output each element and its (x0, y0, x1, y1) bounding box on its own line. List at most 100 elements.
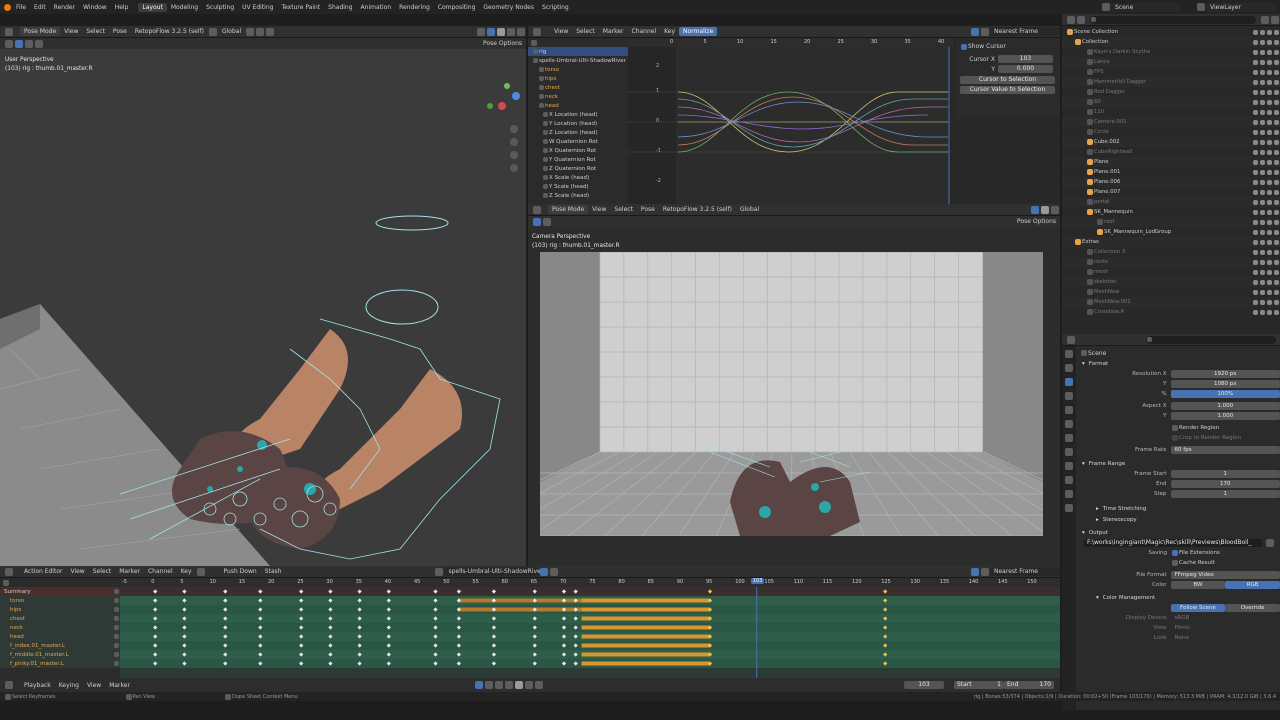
select-extend-icon[interactable] (25, 39, 33, 48)
outliner-eye-icon[interactable] (1267, 219, 1272, 225)
jump-next-key-icon[interactable] (524, 681, 533, 689)
outliner-select-icon[interactable] (1260, 169, 1265, 175)
resolution-pct-field[interactable]: 100% (1170, 390, 1280, 398)
follow-scene-button[interactable]: Follow Scene (1170, 604, 1226, 612)
graph-channel-row[interactable]: head (528, 101, 628, 110)
outliner-camera-icon[interactable] (1274, 129, 1279, 135)
dope-channel-row[interactable]: chest (0, 614, 120, 623)
outliner-eye-icon[interactable] (1267, 69, 1272, 75)
visibility-eye-icon[interactable] (533, 58, 538, 63)
dope-channel-row[interactable]: f_middle.01_master.L (0, 650, 120, 659)
graph-menu-channel[interactable]: Channel (628, 27, 661, 36)
outliner-item[interactable]: FPS (1062, 67, 1280, 77)
graph-channel-row[interactable]: neck (528, 92, 628, 101)
push-down-button[interactable]: Push Down (220, 567, 261, 576)
outliner-checkbox[interactable] (1253, 289, 1258, 295)
channel-lock-icon[interactable] (114, 661, 119, 666)
outliner-item[interactable]: Red Dagger (1062, 87, 1280, 97)
channel-lock-icon[interactable] (114, 616, 119, 621)
channel-lock-icon[interactable] (114, 634, 119, 639)
viewport-scene[interactable] (0, 49, 526, 566)
channel-lock-icon[interactable] (114, 652, 119, 657)
file-format-dropdown[interactable]: FFmpeg Video (1170, 571, 1280, 579)
dope-menu-key[interactable]: Key (177, 567, 196, 576)
dope-ruler[interactable]: -5 0 5 10 15 20 25 30 35 40 45 50 55 60 65 70 75 80 85 90 95… (120, 578, 1060, 587)
play-reverse-icon[interactable] (504, 681, 513, 689)
stash-button[interactable]: Stash (261, 567, 286, 576)
outliner-camera-icon[interactable] (1274, 249, 1279, 255)
outliner-eye-icon[interactable] (1267, 309, 1272, 315)
visibility-eye-icon[interactable] (539, 103, 544, 108)
menu-help[interactable]: Help (111, 3, 133, 12)
outliner-camera-icon[interactable] (1274, 49, 1279, 55)
tab-animation[interactable]: Animation (357, 3, 396, 12)
jump-end-icon[interactable] (534, 681, 543, 689)
outliner-checkbox[interactable] (1253, 229, 1258, 235)
visibility-eye-icon[interactable] (543, 175, 548, 180)
outliner-eye-icon[interactable] (1267, 209, 1272, 215)
outliner-select-icon[interactable] (1260, 309, 1265, 315)
dope-menu-channel[interactable]: Channel (144, 567, 177, 576)
outliner-checkbox[interactable] (1253, 209, 1258, 215)
proportional-edit-icon[interactable] (266, 27, 275, 36)
graph-channel-row[interactable]: W Quaternion Rot (528, 137, 628, 146)
outliner-camera-icon[interactable] (1274, 139, 1279, 145)
outliner-camera-icon[interactable] (1274, 109, 1279, 115)
data-tab-icon[interactable] (1065, 504, 1073, 512)
outliner-checkbox[interactable] (1253, 39, 1258, 45)
graph-search-field[interactable] (528, 38, 628, 47)
outliner-eye-icon[interactable] (1267, 189, 1272, 195)
new-collection-icon[interactable] (1271, 15, 1279, 24)
outliner-checkbox[interactable] (1253, 119, 1258, 125)
graph-filter-icon[interactable] (971, 27, 979, 36)
tab-modeling[interactable]: Modeling (167, 3, 202, 12)
graph-menu-view[interactable]: View (550, 27, 572, 36)
outliner-camera-icon[interactable] (1274, 269, 1279, 275)
modifier-tab-icon[interactable] (1065, 462, 1073, 470)
outliner-item[interactable]: root (1062, 217, 1280, 227)
outliner-item[interactable]: Cube.002 (1062, 137, 1280, 147)
graph-editor-type-icon[interactable] (533, 27, 541, 36)
graph-channel-row[interactable]: X Scale (head) (528, 173, 628, 182)
visibility-eye-icon[interactable] (543, 184, 548, 189)
outliner-item[interactable]: Crossbow.R (1062, 307, 1280, 317)
navigation-gizmo[interactable] (487, 83, 520, 110)
outliner-item[interactable]: Plane.006 (1062, 177, 1280, 187)
camera-menu-select[interactable]: Select (610, 205, 637, 214)
properties-search-field[interactable] (1146, 335, 1276, 344)
outliner-camera-icon[interactable] (1274, 199, 1279, 205)
menu-file[interactable]: File (12, 3, 30, 12)
outliner-item[interactable]: Plane (1062, 157, 1280, 167)
camera-xray-icon[interactable] (1031, 205, 1039, 214)
frame-start-field[interactable]: 1 (1170, 470, 1280, 478)
end-frame-field[interactable]: End 170 (1004, 681, 1054, 689)
visibility-eye-icon[interactable] (543, 166, 548, 171)
visibility-eye-icon[interactable] (539, 76, 544, 81)
dope-snap-icon[interactable] (981, 567, 989, 576)
retopoflow-menu[interactable]: RetopoFlow 3.2.5 (self) (131, 27, 208, 36)
outliner-item[interactable]: Circle (1062, 127, 1280, 137)
outliner-eye-icon[interactable] (1267, 279, 1272, 285)
channel-lock-icon[interactable] (114, 625, 119, 630)
outliner-eye-icon[interactable] (1267, 199, 1272, 205)
outliner-checkbox[interactable] (1253, 249, 1258, 255)
outliner-eye-icon[interactable] (1267, 169, 1272, 175)
start-frame-field[interactable]: Start 1 (954, 681, 1004, 689)
outliner-select-icon[interactable] (1260, 39, 1265, 45)
outliner-item[interactable]: portal (1062, 197, 1280, 207)
outliner-camera-icon[interactable] (1274, 149, 1279, 155)
outliner-eye-icon[interactable] (1267, 109, 1272, 115)
outliner-eye-icon[interactable] (1267, 259, 1272, 265)
xray-icon[interactable] (487, 27, 495, 36)
graph-channel-row[interactable]: X Location (head) (528, 110, 628, 119)
outliner-select-icon[interactable] (1260, 199, 1265, 205)
channel-lock-icon[interactable] (114, 643, 119, 648)
scene-tab-icon[interactable] (1065, 406, 1073, 414)
outliner-camera-icon[interactable] (1274, 69, 1279, 75)
graph-channel-row[interactable]: rig (528, 47, 628, 56)
action-editor-dropdown[interactable]: Action Editor (20, 567, 66, 576)
outliner-checkbox[interactable] (1253, 79, 1258, 85)
camera-shading-solid-icon[interactable] (1041, 205, 1049, 214)
camera-pose-mode-dropdown[interactable]: Pose Mode (548, 205, 589, 214)
outliner-camera-icon[interactable] (1274, 99, 1279, 105)
